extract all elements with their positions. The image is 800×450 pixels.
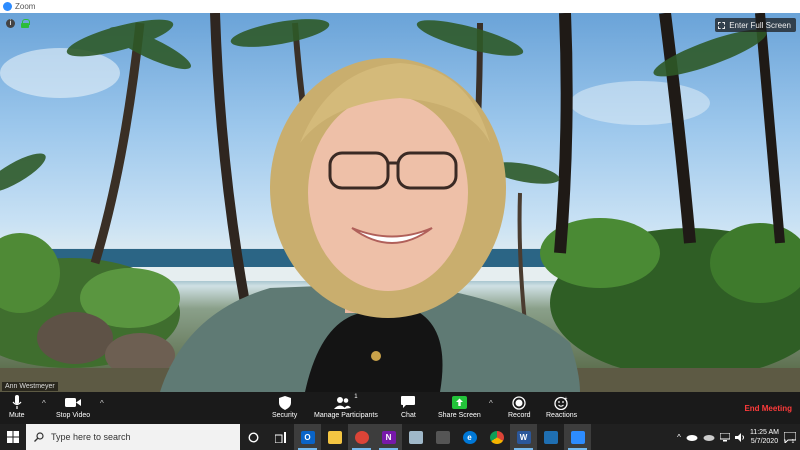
background-scene [0,13,800,392]
folder-icon [327,430,342,444]
taskbar-app-zoom[interactable] [564,424,591,450]
participants-label: Manage Participants [314,412,378,419]
search-icon [34,432,44,442]
participant-name-tag: Ann Westmeyer [2,382,58,391]
taskbar-clock[interactable]: 11:25 AM 5/7/2020 [750,428,779,446]
taskbar-app-photos[interactable] [537,424,564,450]
manage-participants-button[interactable]: 1 Manage Participants [314,394,378,419]
participants-count: 1 [354,394,358,400]
participants-icon: 1 [334,394,358,411]
record-icon [512,394,526,411]
mute-button[interactable]: Mute [9,394,25,419]
cortana-button[interactable] [240,424,267,450]
taskbar-app-word[interactable]: W [510,424,537,450]
windows-logo-icon [7,431,19,443]
onedrive-cloud-icon[interactable] [686,433,698,441]
share-options-chevron-icon[interactable]: ^ [489,399,493,408]
clock-date: 5/7/2020 [750,438,779,445]
show-hidden-icons-chevron-icon[interactable]: ^ [677,433,681,442]
clock-time: 11:25 AM [749,429,779,436]
smiley-plus-icon: + [554,394,569,411]
taskbar-app-calculator[interactable] [429,424,456,450]
cortana-circle-icon [248,431,259,443]
encryption-lock-icon[interactable] [21,19,30,28]
meeting-info-area: i [6,19,30,28]
record-button[interactable]: Record [508,394,531,419]
photos-icon [543,430,558,444]
system-tray: ^ 11:25 AM 5/7/2020 1 [677,428,800,446]
svg-text:1: 1 [792,439,795,443]
stop-video-label: Stop Video [56,412,91,419]
search-placeholder: Type here to search [51,432,131,442]
notifications-icon[interactable]: 1 [784,431,796,443]
network-icon[interactable] [719,432,730,442]
expand-icon [718,21,726,29]
taskbar-search-box[interactable]: Type here to search [26,424,240,450]
audio-options-chevron-icon[interactable]: ^ [42,399,46,408]
taskbar-app-chrome-profile[interactable] [348,424,375,450]
share-screen-button[interactable]: Share Screen [438,394,481,419]
enter-full-screen-button[interactable]: Enter Full Screen [715,18,796,32]
outlook-icon: O [300,430,315,444]
chat-button[interactable]: Chat [401,394,416,419]
meeting-toolbar: Mute ^ Stop Video ^ Security 1 Manage Pa… [0,392,800,424]
security-label: Security [272,412,298,419]
taskbar-app-file-explorer[interactable] [321,424,348,450]
video-options-chevron-icon[interactable]: ^ [100,399,104,408]
microphone-icon [12,394,22,411]
taskbar-app-chrome[interactable] [483,424,510,450]
end-meeting-button[interactable]: End Meeting [744,404,792,413]
record-label: Record [508,412,531,419]
full-screen-label: Enter Full Screen [729,20,791,30]
onedrive-business-cloud-icon[interactable] [703,433,715,441]
windows-taskbar: Type here to search O N e W ^ 11:25 AM 5… [0,424,800,450]
onenote-icon: N [381,430,396,444]
zoom-window: Zoom i Enter Full Screen Ann Westmeyer M… [0,0,800,450]
chat-label: Chat [401,412,416,419]
paint-icon [408,430,423,444]
start-button[interactable] [0,424,26,450]
taskbar-app-outlook[interactable]: O [294,424,321,450]
zoom-app-icon [570,430,585,444]
reactions-button[interactable]: + Reactions [546,394,578,420]
mute-label: Mute [9,412,25,419]
video-feed[interactable]: i Enter Full Screen Ann Westmeyer [0,13,800,392]
taskbar-app-onenote[interactable]: N [375,424,402,450]
edge-icon: e [462,430,477,444]
title-bar: Zoom [0,0,800,13]
share-screen-label: Share Screen [438,412,481,419]
taskbar-app-paint[interactable] [402,424,429,450]
calculator-icon [435,430,450,444]
svg-text:+: + [565,396,568,402]
zoom-logo-icon [3,2,12,11]
task-view-icon [274,431,286,443]
info-icon[interactable]: i [6,19,15,28]
shield-icon [278,394,291,411]
window-title: Zoom [15,2,36,11]
video-camera-icon [65,394,82,411]
security-button[interactable]: Security [272,394,297,419]
chat-icon [401,394,416,411]
share-arrow-icon [451,394,467,411]
taskbar-app-edge[interactable]: e [456,424,483,450]
stop-video-button[interactable]: Stop Video [56,394,90,419]
chrome-icon [489,430,504,444]
word-icon: W [516,430,531,444]
volume-icon[interactable] [734,432,745,442]
chrome-profile-icon [354,430,369,444]
task-view-button[interactable] [267,424,294,450]
reactions-label: Reactions [546,412,578,419]
